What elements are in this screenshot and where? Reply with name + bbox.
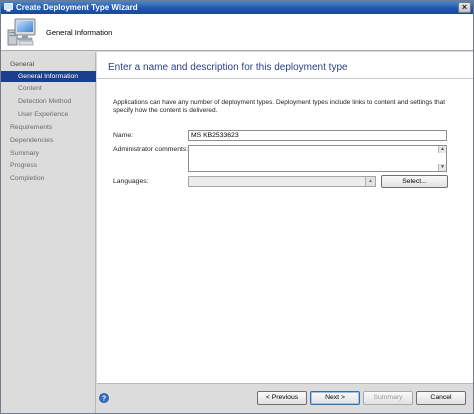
cancel-button[interactable]: Cancel bbox=[416, 391, 466, 405]
heading-divider bbox=[97, 78, 473, 79]
nav-item-progress[interactable]: Progress bbox=[1, 160, 96, 171]
languages-scroll-icon: ▲ bbox=[365, 177, 375, 186]
summary-button[interactable]: Summary bbox=[363, 391, 413, 405]
page-description: Applications can have any number of depl… bbox=[113, 99, 446, 114]
administrator-comments-label: Administrator comments: bbox=[113, 146, 189, 153]
computer-icon bbox=[7, 18, 36, 46]
help-icon[interactable]: ? bbox=[99, 393, 109, 403]
nav-item-completion[interactable]: Completion bbox=[1, 173, 96, 184]
nav-item-general-information[interactable]: General Information bbox=[1, 71, 96, 82]
wizard-footer: ? < Previous Next > Summary Cancel bbox=[97, 383, 473, 413]
nav-item-content[interactable]: Content bbox=[1, 83, 96, 94]
close-icon: × bbox=[461, 2, 468, 12]
languages-label: Languages: bbox=[113, 178, 149, 185]
svg-text:?: ? bbox=[102, 396, 106, 403]
wizard-window: Create Deployment Type Wizard × General … bbox=[0, 0, 474, 414]
administrator-comments-input[interactable]: ▲ ▼ bbox=[188, 145, 447, 172]
previous-button[interactable]: < Previous bbox=[257, 391, 307, 405]
close-button[interactable]: × bbox=[458, 2, 471, 13]
wizard-nav: General General Information Content Dete… bbox=[1, 52, 96, 413]
select-languages-button[interactable]: Select... bbox=[381, 175, 448, 188]
nav-item-requirements[interactable]: Requirements bbox=[1, 122, 96, 133]
scroll-down-arrow-icon[interactable]: ▼ bbox=[438, 164, 446, 171]
next-button[interactable]: Next > bbox=[310, 391, 360, 405]
nav-item-dependencies[interactable]: Dependencies bbox=[1, 135, 96, 146]
name-label: Name: bbox=[113, 132, 134, 139]
window-title: Create Deployment Type Wizard bbox=[16, 3, 138, 12]
wizard-app-icon bbox=[4, 3, 13, 12]
wizard-content: Enter a name and description for this de… bbox=[97, 52, 473, 383]
nav-item-detection-method[interactable]: Detection Method bbox=[1, 96, 96, 107]
name-input[interactable] bbox=[188, 130, 447, 141]
title-bar: Create Deployment Type Wizard × bbox=[1, 1, 473, 14]
header-step-title: General Information bbox=[46, 28, 113, 37]
nav-item-user-experience[interactable]: User Experience bbox=[1, 109, 96, 120]
languages-field: ▲ bbox=[188, 176, 376, 187]
page-heading: Enter a name and description for this de… bbox=[108, 62, 348, 73]
nav-item-summary[interactable]: Summary bbox=[1, 148, 96, 159]
wizard-header: General Information bbox=[1, 14, 473, 51]
scroll-up-arrow-icon[interactable]: ▲ bbox=[438, 146, 446, 153]
nav-item-general[interactable]: General bbox=[1, 59, 96, 70]
